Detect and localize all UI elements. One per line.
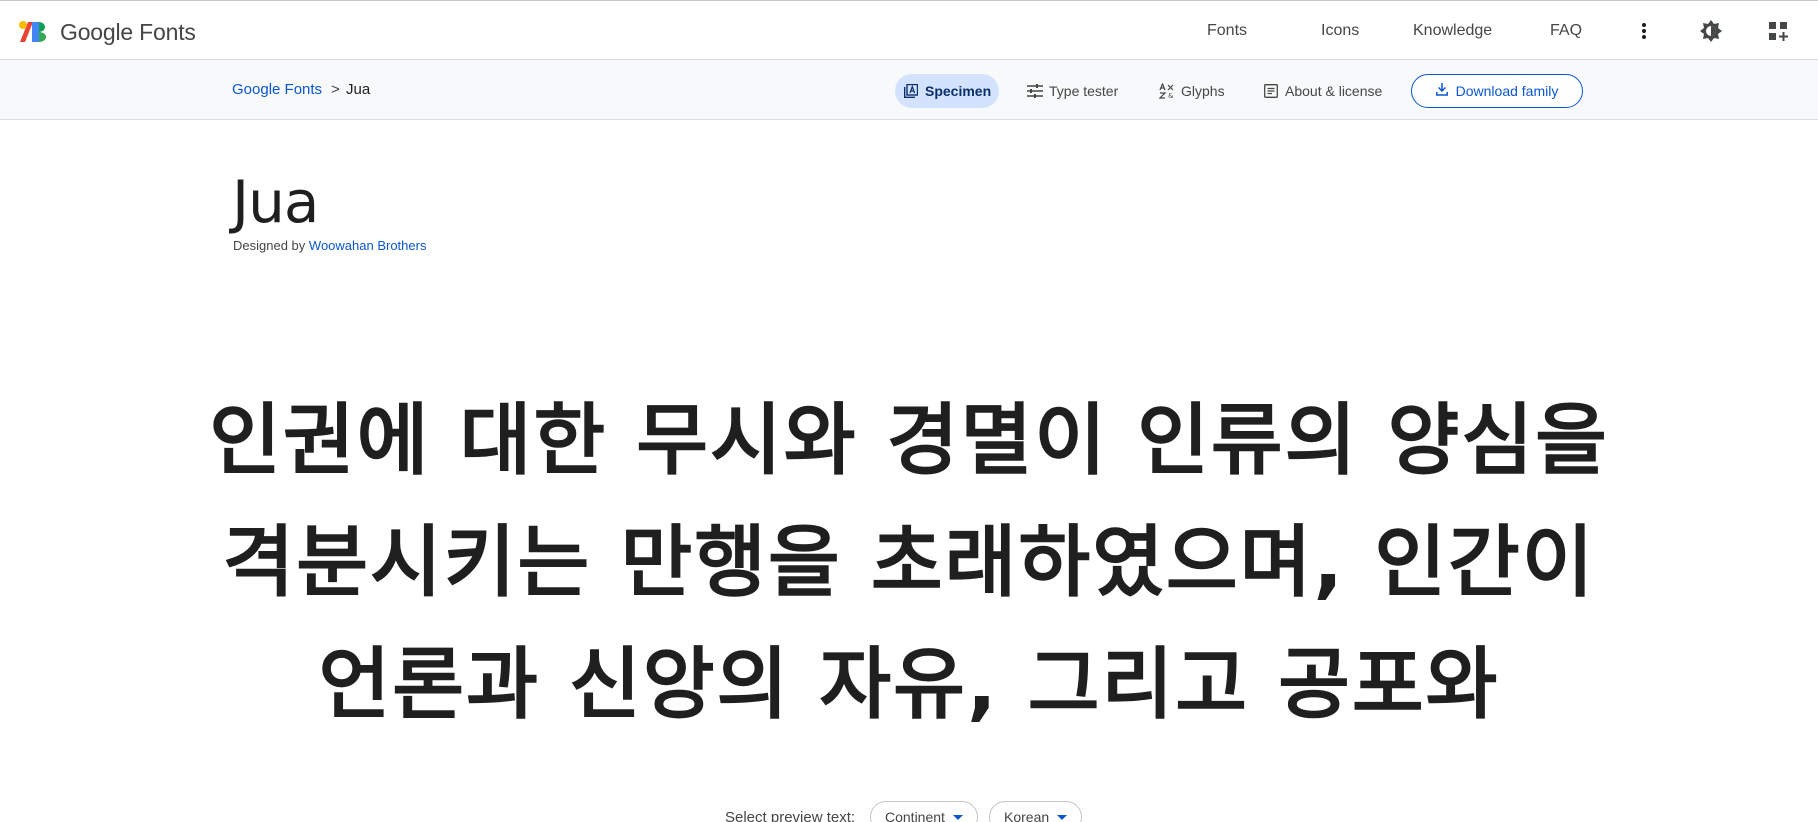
svg-text:&: & (1168, 92, 1174, 99)
tab-specimen-label: Specimen (925, 83, 992, 99)
top-app-bar: Google Fonts Fonts Icons Knowledge FAQ (0, 0, 1818, 60)
more-vert-icon[interactable] (1631, 18, 1657, 44)
preview-text-label: Select preview text: (725, 809, 856, 822)
family-subnav: Google Fonts > Jua Specimen Type tester … (0, 60, 1818, 120)
designer-link[interactable]: Woowahan Brothers (309, 238, 427, 253)
specimen-line-2: 격분시키는 만행을 초래하였으며, 인간이 (222, 518, 1596, 608)
download-family-button[interactable]: Download family (1411, 74, 1583, 108)
specimen-icon (903, 83, 919, 99)
designed-by-prefix: Designed by (233, 238, 306, 253)
download-family-label: Download family (1455, 83, 1559, 99)
designer-credit: Designed by Woowahan Brothers (233, 238, 426, 253)
nav-icons[interactable]: Icons (1321, 22, 1359, 40)
tab-glyphs-label: Glyphs (1181, 83, 1225, 99)
nav-fonts[interactable]: Fonts (1207, 22, 1247, 40)
specimen-line-3: 언론과 신앙의 자유, 그리고 공포와 (318, 640, 1500, 730)
language-select[interactable]: Korean (989, 801, 1083, 822)
breadcrumb-root-link[interactable]: Google Fonts (232, 81, 322, 98)
tab-type-tester[interactable]: Type tester (1019, 74, 1126, 108)
article-icon (1263, 83, 1279, 99)
chevron-down-icon (1057, 814, 1068, 820)
tab-about-license-label: About & license (1285, 83, 1383, 99)
breadcrumb-separator: > (331, 81, 340, 98)
language-select-value: Korean (1004, 809, 1050, 822)
nav-faq[interactable]: FAQ (1550, 22, 1582, 40)
breadcrumb-current: Jua (346, 81, 371, 98)
tab-specimen[interactable]: Specimen (895, 74, 1000, 108)
google-fonts-logo-icon[interactable] (18, 18, 48, 46)
brand-title[interactable]: Google Fonts (60, 19, 196, 46)
family-name-heading: Jua (232, 168, 319, 236)
tune-icon (1027, 83, 1043, 99)
download-icon (1435, 83, 1448, 99)
brightness-icon[interactable] (1698, 18, 1724, 44)
nav-knowledge[interactable]: Knowledge (1413, 22, 1492, 40)
region-select-value: Continent (885, 809, 945, 822)
specimen-line-1: 인권에 대한 무시와 경멸이 인류의 양심을 (209, 396, 1609, 486)
region-select[interactable]: Continent (870, 801, 978, 822)
specimen-preview-text: 인권에 대한 무시와 경멸이 인류의 양심을 격분시키는 만행을 초래하였으며,… (200, 380, 1618, 746)
tab-glyphs[interactable]: & Glyphs (1151, 74, 1233, 108)
glyphs-icon: & (1159, 83, 1175, 99)
tab-about-license[interactable]: About & license (1255, 74, 1390, 108)
apps-icon[interactable] (1765, 18, 1791, 44)
chevron-down-icon (952, 814, 963, 820)
tab-type-tester-label: Type tester (1049, 83, 1119, 99)
preview-text-selector: Select preview text: Continent Korean (0, 801, 1818, 822)
